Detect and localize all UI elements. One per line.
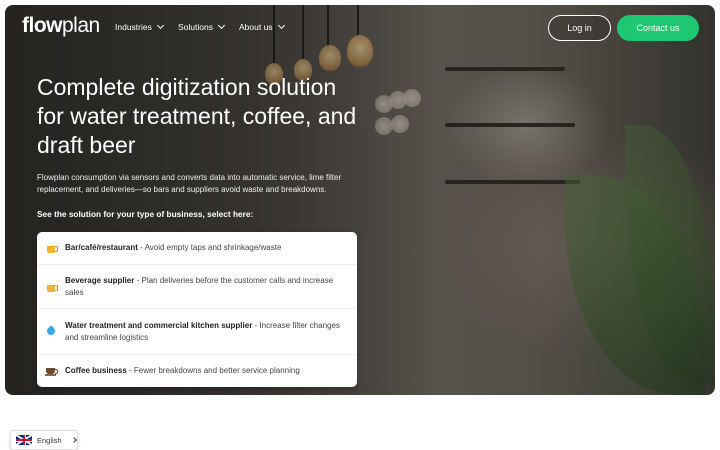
option-text: Water treatment and commercial kitchen s… — [65, 320, 350, 344]
language-label: English — [37, 435, 62, 445]
logo-light-text: plan — [62, 14, 100, 37]
nav-industries[interactable]: Industries — [115, 21, 164, 32]
nav-label: Industries — [115, 22, 152, 32]
nav-label: Solutions — [178, 22, 213, 32]
beer-icon — [45, 242, 58, 254]
option-beverage-supplier[interactable]: Beverage supplier - Plan deliveries befo… — [37, 265, 357, 309]
hero-subtext: Flowplan consumption via sensors and con… — [37, 173, 342, 194]
page-title: Complete digitization solution for water… — [37, 74, 357, 158]
top-navigation: flowplan Industries Solutions About us L… — [0, 0, 720, 56]
option-title: Coffee business — [65, 366, 127, 375]
flowplan-logo[interactable]: flowplan — [22, 14, 100, 38]
option-title: Water treatment and commercial kitchen s… — [65, 320, 253, 330]
nav-label: About us — [239, 22, 273, 32]
nav-about-us[interactable]: About us — [239, 21, 285, 32]
option-coffee-business[interactable]: Coffee business - Fewer breakdowns and b… — [37, 355, 357, 387]
chevron-down-icon — [217, 21, 226, 30]
chevron-right-icon — [70, 437, 77, 443]
business-type-prompt: See the solution for your type of busine… — [37, 209, 254, 219]
option-desc: - Avoid empty taps and shrinkage/waste — [137, 243, 282, 252]
contact-us-button[interactable]: Contact us — [617, 15, 699, 41]
logo-bold-text: flow — [22, 14, 63, 37]
coffee-cup-icon — [45, 365, 58, 377]
business-type-selector: Bar/café/restaurant - Avoid empty taps a… — [37, 232, 357, 387]
beer-icon — [45, 281, 58, 293]
login-button[interactable]: Log in — [548, 15, 611, 41]
nav-solutions[interactable]: Solutions — [178, 21, 226, 32]
option-text: Beverage supplier - Plan deliveries befo… — [65, 275, 350, 299]
water-drop-icon — [45, 324, 57, 338]
language-switcher[interactable]: English — [10, 430, 78, 450]
chevron-down-icon — [156, 21, 164, 30]
option-text: Coffee business - Fewer breakdowns and b… — [65, 365, 350, 377]
option-water-treatment-supplier[interactable]: Water treatment and commercial kitchen s… — [37, 309, 357, 355]
option-title: Beverage supplier — [65, 275, 135, 285]
option-bar-cafe-restaurant[interactable]: Bar/café/restaurant - Avoid empty taps a… — [37, 232, 357, 265]
uk-flag-icon — [16, 435, 32, 445]
option-desc: - Fewer breakdowns and better service pl… — [126, 366, 300, 375]
option-title: Bar/café/restaurant — [65, 243, 138, 252]
chevron-down-icon — [277, 21, 285, 30]
option-text: Bar/café/restaurant - Avoid empty taps a… — [65, 242, 350, 254]
